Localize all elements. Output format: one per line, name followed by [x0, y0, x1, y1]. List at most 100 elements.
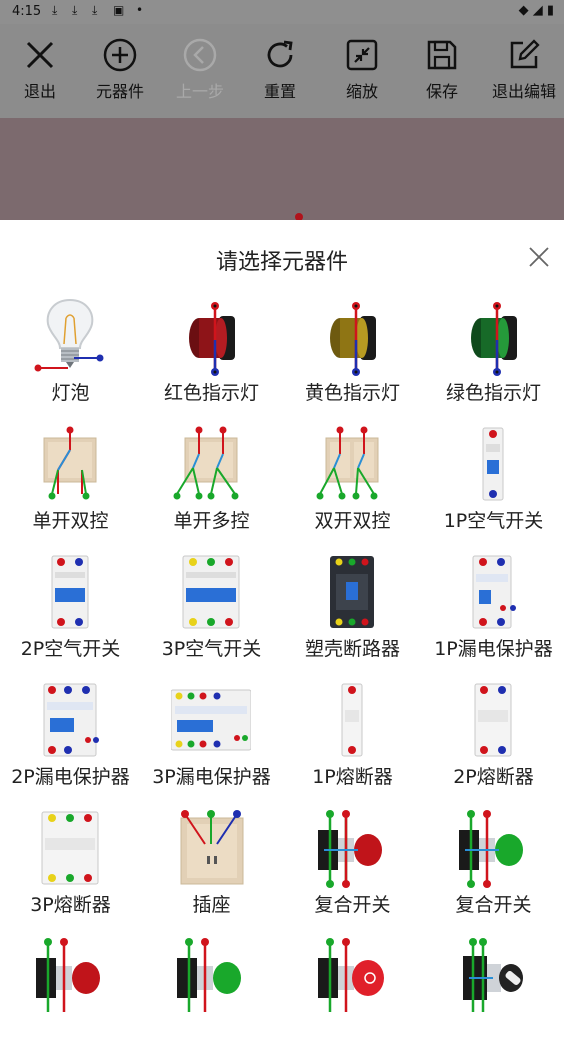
fuse-3p-icon — [41, 811, 99, 885]
component-label: 单开双控 — [32, 510, 109, 532]
close-icon[interactable] — [528, 246, 550, 268]
yellow-indicator-icon — [330, 302, 376, 376]
component-single-multi-control[interactable]: 单开多控 — [141, 420, 282, 548]
add-circle-icon — [103, 38, 137, 72]
component-label: 灯泡 — [51, 382, 90, 404]
edit-icon — [510, 39, 540, 69]
component-label: 2P漏电保护器 — [11, 766, 130, 788]
wall-switch-icon — [316, 426, 379, 500]
component-bulb[interactable]: 灯泡 — [0, 292, 141, 420]
app-icon: ▣ — [113, 3, 125, 17]
molded-case-breaker-icon — [330, 556, 374, 628]
green-indicator-icon — [471, 302, 517, 376]
component-label: 1P空气开关 — [443, 510, 544, 532]
clock: 4:15 — [12, 4, 42, 19]
component-label: 双开双控 — [314, 510, 391, 532]
save-button[interactable]: 保存 — [402, 38, 482, 102]
signal-icon: ◢ — [532, 3, 543, 18]
rcd-3p-icon — [171, 689, 251, 751]
red-pushbutton-icon — [318, 810, 382, 888]
component-3p-fuse[interactable]: 3P熔断器 — [0, 804, 141, 932]
exit-label: 退出 — [23, 82, 56, 101]
green-pushbutton-icon — [177, 938, 241, 1012]
component-socket[interactable]: 插座 — [141, 804, 282, 932]
component-1p-fuse[interactable]: 1P熔断器 — [282, 676, 423, 804]
exit-button[interactable]: 退出 — [0, 38, 80, 102]
component-pushbutton-green[interactable] — [141, 932, 282, 1060]
exit-edit-button[interactable]: 退出编辑 — [484, 38, 564, 102]
wall-switch-icon — [43, 426, 97, 500]
component-label: 3P空气开关 — [161, 638, 262, 660]
refresh-icon — [267, 40, 293, 68]
reset-button[interactable]: 重置 — [240, 38, 320, 102]
component-label: 复合开关 — [455, 894, 532, 916]
zoom-label: 缩放 — [345, 82, 378, 101]
exit-edit-label: 退出编辑 — [491, 82, 556, 101]
component-double-double-control[interactable]: 双开双控 — [282, 420, 423, 548]
component-single-double-control[interactable]: 单开双控 — [0, 420, 141, 548]
wall-switch-icon — [173, 426, 239, 500]
component-3p-air-switch[interactable]: 3P空气开关 — [141, 548, 282, 676]
component-label: 插座 — [192, 894, 231, 916]
components-label: 元器件 — [95, 82, 144, 101]
component-3p-rcd[interactable]: 3P漏电保护器 — [141, 676, 282, 804]
fuse-1p-icon — [341, 683, 363, 757]
component-label: 绿色指示灯 — [445, 382, 541, 404]
socket-icon — [180, 810, 244, 885]
component-1p-rcd[interactable]: 1P漏电保护器 — [423, 548, 564, 676]
selector-switch-icon — [463, 938, 523, 1012]
component-red-indicator[interactable]: 红色指示灯 — [141, 292, 282, 420]
component-picker-sheet: 请选择元器件 灯泡 红色指示灯 黄色指示灯 绿色指示灯 单开双控 单开多控 双开… — [0, 220, 564, 1012]
red-indicator-icon — [189, 302, 235, 376]
component-compound-switch-green[interactable]: 复合开关 — [423, 804, 564, 932]
component-emergency-stop[interactable] — [282, 932, 423, 1060]
rcd-2p-icon — [43, 683, 99, 757]
component-2p-air-switch[interactable]: 2P空气开关 — [0, 548, 141, 676]
fuse-2p-icon — [474, 683, 512, 757]
component-label: 3P熔断器 — [30, 894, 111, 916]
component-label: 红色指示灯 — [163, 382, 259, 404]
save-label: 保存 — [425, 82, 458, 101]
reset-label: 重置 — [263, 82, 296, 101]
component-pushbutton-red[interactable] — [0, 932, 141, 1060]
sheet-title: 请选择元器件 — [215, 250, 348, 275]
red-pushbutton-icon — [36, 938, 100, 1012]
component-yellow-indicator[interactable]: 黄色指示灯 — [282, 292, 423, 420]
green-pushbutton-icon — [459, 810, 523, 888]
component-green-indicator[interactable]: 绿色指示灯 — [423, 292, 564, 420]
shrink-icon — [346, 39, 378, 71]
component-1p-air-switch[interactable]: 1P空气开关 — [423, 420, 564, 548]
battery-icon: ▮ — [546, 3, 554, 18]
undo-button[interactable]: 上一步 — [160, 38, 240, 102]
component-2p-rcd[interactable]: 2P漏电保护器 — [0, 676, 141, 804]
component-label: 黄色指示灯 — [304, 382, 400, 404]
undo-label: 上一步 — [175, 82, 224, 101]
editor-toolbar: 退出 元器件 上一步 重置 缩放 保存 退出编辑 — [0, 24, 564, 118]
component-label: 复合开关 — [314, 894, 391, 916]
download-icon: ⤓ — [72, 3, 78, 17]
circuit-canvas[interactable] — [0, 118, 564, 221]
breaker-1p-icon — [482, 427, 504, 501]
download-icon: ⤓ — [52, 3, 58, 17]
component-label: 单开多控 — [173, 510, 250, 532]
component-label: 2P空气开关 — [20, 638, 121, 660]
save-icon — [427, 40, 457, 70]
close-icon — [26, 41, 54, 69]
component-2p-fuse[interactable]: 2P熔断器 — [423, 676, 564, 804]
back-circle-icon — [183, 38, 217, 72]
component-selector-switch[interactable] — [423, 932, 564, 1060]
component-label: 塑壳断路器 — [304, 638, 400, 660]
component-mccb[interactable]: 塑壳断路器 — [282, 548, 423, 676]
component-label: 2P熔断器 — [453, 766, 534, 788]
light-bulb-icon — [34, 298, 104, 372]
breaker-3p-icon — [182, 555, 240, 629]
dot-icon: • — [136, 3, 144, 17]
rcd-1p-icon — [472, 555, 516, 629]
download-icon: ⤓ — [92, 3, 98, 17]
component-label: 1P熔断器 — [312, 766, 393, 788]
component-compound-switch-red[interactable]: 复合开关 — [282, 804, 423, 932]
component-label: 3P漏电保护器 — [152, 766, 271, 788]
components-button[interactable]: 元器件 — [80, 38, 160, 102]
zoom-button[interactable]: 缩放 — [322, 38, 402, 102]
emergency-stop-icon — [318, 938, 384, 1012]
